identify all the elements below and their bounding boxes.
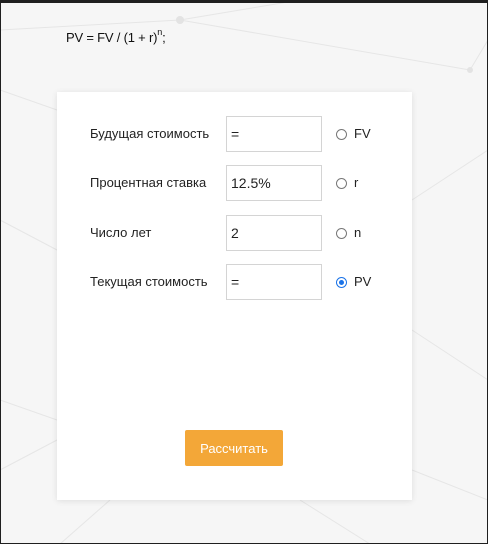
- row-interest-rate: Процентная ставка r: [57, 165, 412, 201]
- years-radio[interactable]: [336, 228, 347, 239]
- future-value-label: Будущая стоимость: [90, 126, 210, 141]
- interest-rate-radio-label[interactable]: r: [354, 175, 358, 190]
- calculator-card: Будущая стоимость FV Процентная ставка r…: [57, 92, 412, 500]
- interest-rate-label: Процентная ставка: [90, 175, 207, 190]
- future-value-input[interactable]: [226, 116, 322, 152]
- present-value-label: Текущая стоимость: [90, 274, 208, 289]
- interest-rate-input[interactable]: [226, 165, 322, 201]
- future-value-radio-label[interactable]: FV: [354, 126, 371, 141]
- years-label: Число лет: [90, 225, 152, 240]
- interest-rate-radio[interactable]: [336, 178, 347, 189]
- present-value-input[interactable]: [226, 264, 322, 300]
- present-value-radio[interactable]: [336, 277, 347, 288]
- formula-suffix: ;: [162, 30, 166, 45]
- row-future-value: Будущая стоимость FV: [57, 116, 412, 152]
- row-present-value: Текущая стоимость PV: [57, 264, 412, 300]
- formula-text: PV = FV / (1 + r)n;: [66, 27, 166, 45]
- formula-base: PV = FV / (1 + r): [66, 30, 158, 45]
- row-years: Число лет n: [57, 215, 412, 251]
- future-value-radio[interactable]: [336, 129, 347, 140]
- present-value-radio-label[interactable]: PV: [354, 274, 371, 289]
- formula-exponent: n: [157, 27, 163, 37]
- years-input[interactable]: [226, 215, 322, 251]
- years-radio-label[interactable]: n: [354, 225, 361, 240]
- calculate-button[interactable]: Рассчитать: [185, 430, 283, 466]
